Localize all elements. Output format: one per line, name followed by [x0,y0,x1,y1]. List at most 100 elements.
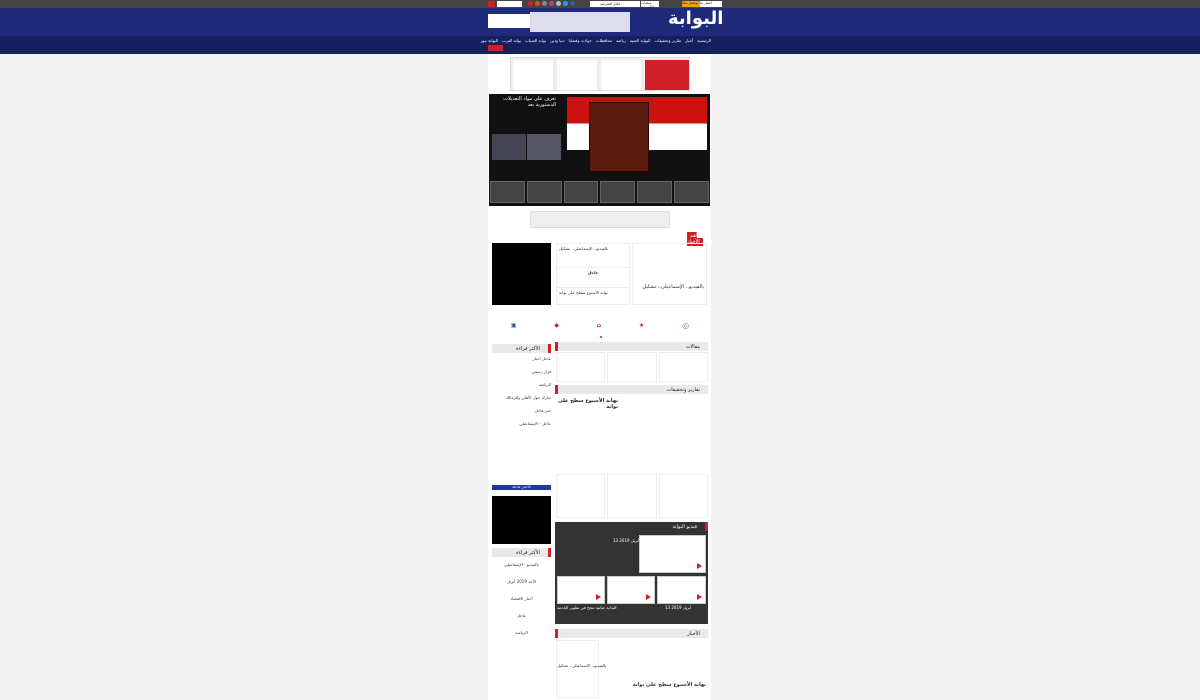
video-caption-1[interactable]: البداية حياتية تنجح في تطوير الخدمة [557,605,617,610]
top-link-3[interactable]: منصات إلكترونية [641,1,659,9]
nav-item-arab[interactable]: بوابة العرب [502,38,521,43]
video-header: فيديو البوابة [555,522,708,531]
articles-header: مقالات [555,342,708,351]
partner-logos: ▣ ◆ ⌂ ★ ◎ [492,312,708,338]
partner-logo-2[interactable]: ◆ [554,322,559,329]
news-title: الأخبار [687,630,700,637]
nav-item-accidents[interactable]: حوادث وقضايا [569,38,592,43]
nav-item-religion[interactable]: دنيا ودين [550,38,564,43]
nav-item-home[interactable]: الرئيسية [697,38,711,43]
whatsapp-icon[interactable] [542,1,547,6]
most-read-item-3[interactable]: الرياضة [539,382,551,387]
hero-thumb-1[interactable] [492,134,526,160]
video-thumb-2[interactable] [607,576,655,604]
news-item-3[interactable]: نهاية الأسبوع سطح على بوابة [557,288,629,297]
most-read-title: الأكثر قراءة [516,345,540,352]
featured-headline: بالفيديو.. الإسماعيلي.. تشكيل [642,284,704,290]
article-card-3[interactable] [658,352,708,382]
top-link-4[interactable]: تواصل معنا [682,1,700,7]
most-read-item-6[interactable]: عاجل - الإسماعيلي [519,421,551,426]
search-input[interactable] [497,1,522,7]
video-section: فيديو البوابة 13 أبريل 2019 البداية حيات… [555,522,708,624]
breaking-item-4[interactable]: عاجل [517,613,526,618]
partner-logo-1[interactable]: ▣ [511,322,517,329]
most-read-item-5[interactable]: خبر عاجل [535,408,551,413]
hero-thumb-2[interactable] [527,134,561,160]
mid-ad-banner[interactable] [530,211,670,228]
top-link-5[interactable]: اتصل بنا [700,1,722,7]
video-thumb-1[interactable] [557,576,605,604]
weather-widget [488,14,536,28]
top-link-2[interactable] [620,1,640,7]
breaking-item-5[interactable]: الرياضة [515,630,527,635]
site-logo[interactable]: البوابة [668,8,723,29]
thumb-strip [490,181,709,203]
news-card-large[interactable]: نهاية الأسبوع سطح على بوابة [602,640,708,698]
report-card-3[interactable] [658,474,708,518]
header: البوابة [0,8,1200,36]
header-ad[interactable] [530,12,630,32]
rss-icon[interactable] [535,1,540,6]
breaking-title: الأكثر قراءة [516,549,540,556]
most-read-header: الأكثر قراءة [492,344,551,353]
article-card-2[interactable] [607,352,657,382]
news-header: الأخبار [555,629,708,638]
latest-news-tab[interactable]: أهم الأخبار [687,232,709,246]
article-card-1[interactable] [556,352,606,382]
video-thumb-3[interactable] [657,576,706,604]
articles-row [556,352,708,382]
linkedin-icon[interactable] [556,1,561,6]
facebook-icon[interactable] [570,1,575,6]
news-column: بالفيديو.. الإسماعيلي.. تشكيل عاجل نهاية… [556,243,630,305]
reports-lead[interactable]: نهاية الأسبوع سطح على بوابة [556,398,618,428]
nav-item-news[interactable]: أخبار [685,38,693,43]
thumb-2[interactable] [526,181,562,203]
thumb-4[interactable] [600,181,636,203]
social-icons [528,1,575,6]
most-read-item-4[interactable]: تدارك حول الأهلي والزمالك [506,395,551,400]
carousel-dot[interactable] [600,336,602,338]
news-item-2[interactable]: عاجل [557,268,629,277]
youtube-icon[interactable] [488,1,495,7]
more-button[interactable]: الأخبار عاجلة [492,485,551,490]
report-card-2[interactable] [607,474,657,518]
nav-item-youth[interactable]: بوابة الشباب [525,38,546,43]
nav-item-gate[interactable]: البوابة الجنية [630,38,651,43]
breaking-item-3[interactable]: أخبار الاقتصاد [510,596,532,601]
twitter-icon[interactable] [563,1,568,6]
nav-item-sports[interactable]: رياضة [616,38,626,43]
video-caption-2[interactable]: 13 أبريل 2019 [665,605,691,610]
nav-item-gate-news[interactable]: البوابة نيوز [481,38,499,43]
google-icon[interactable] [528,1,533,6]
partner-logo-4[interactable]: ★ [639,322,644,329]
top-ad-banner[interactable] [510,57,690,91]
video-block-1[interactable] [492,243,551,305]
hero-headline[interactable]: تعرف على مواد التعديلات الدستورية بعد [489,96,559,112]
thumb-3[interactable] [563,181,599,203]
thumb-1[interactable] [490,181,525,203]
thumb-6[interactable] [674,181,709,203]
news-card-small[interactable]: بالفيديو.. الإسماعيلي.. تشكيل [556,640,606,698]
nav-item-governorates[interactable]: محافظات [596,38,612,43]
thumb-5[interactable] [637,181,673,203]
news-item-1[interactable]: بالفيديو.. الإسماعيلي.. تشكيل [557,244,629,253]
most-read-item-2[interactable]: قرار رسمي [532,369,551,374]
report-card-1[interactable] [556,474,606,518]
video-block-2[interactable] [492,496,551,544]
video-date: 13 أبريل 2019 [613,538,640,543]
most-read-item-1[interactable]: عاجل أخبار [533,356,551,361]
breaking-item-2[interactable]: الأحد 2019 أبريل [507,579,536,584]
video-main[interactable] [639,535,706,573]
book-image [589,102,649,172]
nav-item-reports[interactable]: تقارير وتحقيقات [655,38,682,43]
reports-header: تقارير وتحقيقات [555,385,708,394]
breaking-list: بالفيديو - الإسماعيلي الأحد 2019 أبريل أ… [492,558,551,698]
partner-logo-3[interactable]: ⌂ [597,322,601,329]
news-card-headline: نهاية الأسبوع سطح على بوابة [632,682,706,688]
instagram-icon[interactable] [549,1,554,6]
articles-title: مقالات [685,343,700,350]
breaking-item-1[interactable]: بالفيديو - الإسماعيلي [504,562,539,567]
menu-button[interactable] [488,45,503,51]
featured-news[interactable]: بالفيديو.. الإسماعيلي.. تشكيل [632,243,707,305]
partner-logo-5[interactable]: ◎ [682,321,689,330]
